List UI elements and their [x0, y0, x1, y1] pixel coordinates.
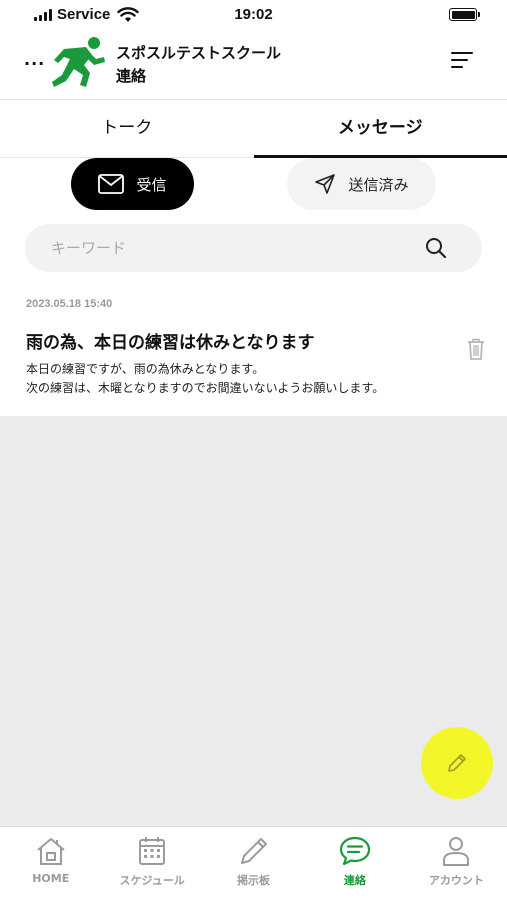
nav-home[interactable]: HOME — [0, 827, 101, 900]
runner-logo-icon — [52, 37, 105, 87]
nav-account[interactable]: アカウント — [406, 827, 507, 900]
trash-icon[interactable] — [467, 338, 485, 360]
home-icon — [37, 838, 65, 865]
chat-icon — [339, 836, 371, 866]
page-title: 連絡 — [116, 67, 147, 85]
compose-button[interactable] — [421, 727, 493, 799]
sent-button[interactable]: 送信済み — [287, 158, 436, 210]
nav-board[interactable]: 掲示板 — [203, 827, 304, 900]
back-button[interactable]: ... — [24, 50, 45, 69]
nav-label: アカウント — [428, 874, 484, 887]
status-bar: Service 19:02 — [0, 0, 507, 30]
menu-icon[interactable] — [451, 52, 473, 70]
nav-label: HOME — [32, 872, 70, 885]
tab-bar: トーク メッセージ — [0, 100, 507, 158]
person-icon — [443, 837, 470, 866]
nav-contact[interactable]: 連絡 — [304, 827, 405, 900]
search-icon[interactable] — [425, 237, 447, 259]
search-input[interactable] — [51, 224, 431, 272]
school-title: スポスルテストスクール 連絡 — [116, 42, 281, 88]
pencil-icon — [240, 838, 267, 864]
battery-icon — [449, 8, 480, 21]
message-date: 2023.05.18 15:40 — [26, 298, 113, 310]
calendar-icon — [139, 837, 166, 865]
message-preview-line: 次の練習は、木曜となりますのでお間違いないようお願いします。 — [26, 381, 385, 395]
message-title: 雨の為、本日の練習は休みとなります — [26, 333, 315, 353]
school-name: スポスルテストスクール — [116, 44, 282, 62]
inbox-button[interactable]: 受信 — [71, 158, 194, 210]
clock: 19:02 — [234, 6, 273, 23]
bottom-nav: HOME スケジュール 掲示板 連絡 アカウント — [0, 826, 507, 900]
send-icon — [315, 174, 336, 194]
nav-label: スケジュール — [119, 874, 185, 887]
nav-label: 連絡 — [343, 874, 366, 887]
search-bar — [25, 224, 482, 272]
app-header: ... スポスルテストスクール 連絡 — [0, 30, 507, 100]
tab-talk[interactable]: トーク — [0, 100, 254, 157]
message-preview: 本日の練習ですが、雨の為休みとなります。 次の練習は、木曜となりますのでお間違い… — [26, 360, 384, 398]
nav-label: 掲示板 — [237, 874, 271, 887]
envelope-icon — [98, 174, 125, 194]
message-preview-line: 本日の練習ですが、雨の為休みとなります。 — [26, 362, 265, 376]
message-item[interactable]: 2023.05.18 15:40 雨の為、本日の練習は休みとなります 本日の練習… — [0, 288, 507, 416]
message-content: 受信 送信済み 2023.05.18 15:40 雨の為、本日の練習は休みとなり… — [0, 158, 507, 416]
tab-message[interactable]: メッセージ — [253, 100, 507, 158]
pencil-icon — [448, 754, 466, 772]
inbox-label: 受信 — [136, 175, 167, 194]
sent-label: 送信済み — [348, 175, 409, 194]
nav-schedule[interactable]: スケジュール — [101, 827, 202, 900]
